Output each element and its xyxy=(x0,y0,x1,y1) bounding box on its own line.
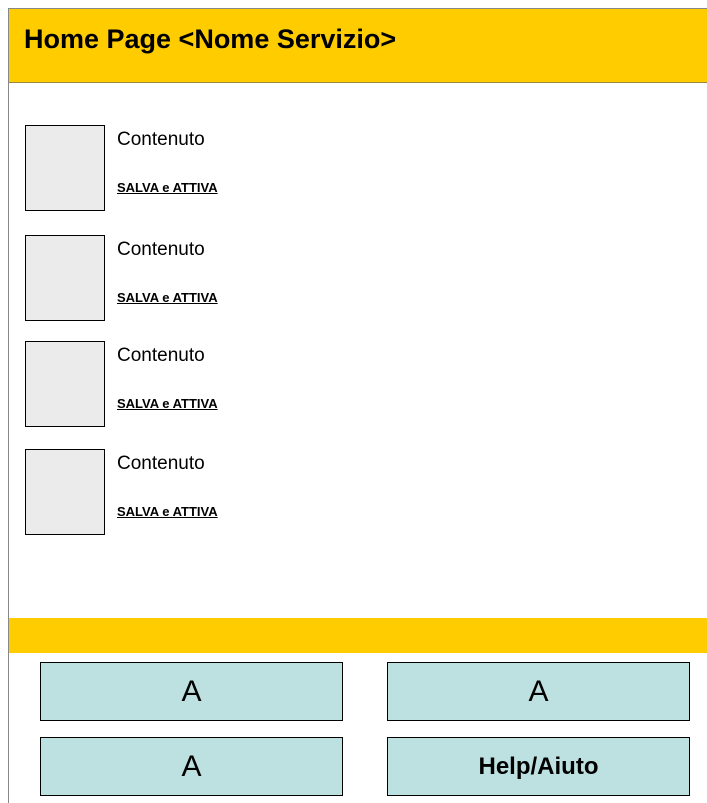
footer-bar xyxy=(9,618,707,653)
content-text: Contenuto xyxy=(117,453,205,474)
tile-button[interactable]: A xyxy=(40,737,343,796)
image-placeholder xyxy=(25,449,105,535)
content-text: Contenuto xyxy=(117,239,205,260)
tile-button[interactable]: A xyxy=(40,662,343,721)
content-text: Contenuto xyxy=(117,129,205,150)
image-placeholder xyxy=(25,235,105,321)
tile-button[interactable]: A xyxy=(387,662,690,721)
save-and-activate-link[interactable]: SALVA e ATTIVA xyxy=(117,504,218,519)
page-title: Home Page <Nome Servizio> xyxy=(24,24,397,54)
save-and-activate-link[interactable]: SALVA e ATTIVA xyxy=(117,180,218,195)
save-and-activate-link[interactable]: SALVA e ATTIVA xyxy=(117,290,218,305)
help-button[interactable]: Help/Aiuto xyxy=(387,737,690,796)
image-placeholder xyxy=(25,125,105,211)
image-placeholder xyxy=(25,341,105,427)
content-text: Contenuto xyxy=(117,345,205,366)
save-and-activate-link[interactable]: SALVA e ATTIVA xyxy=(117,396,218,411)
